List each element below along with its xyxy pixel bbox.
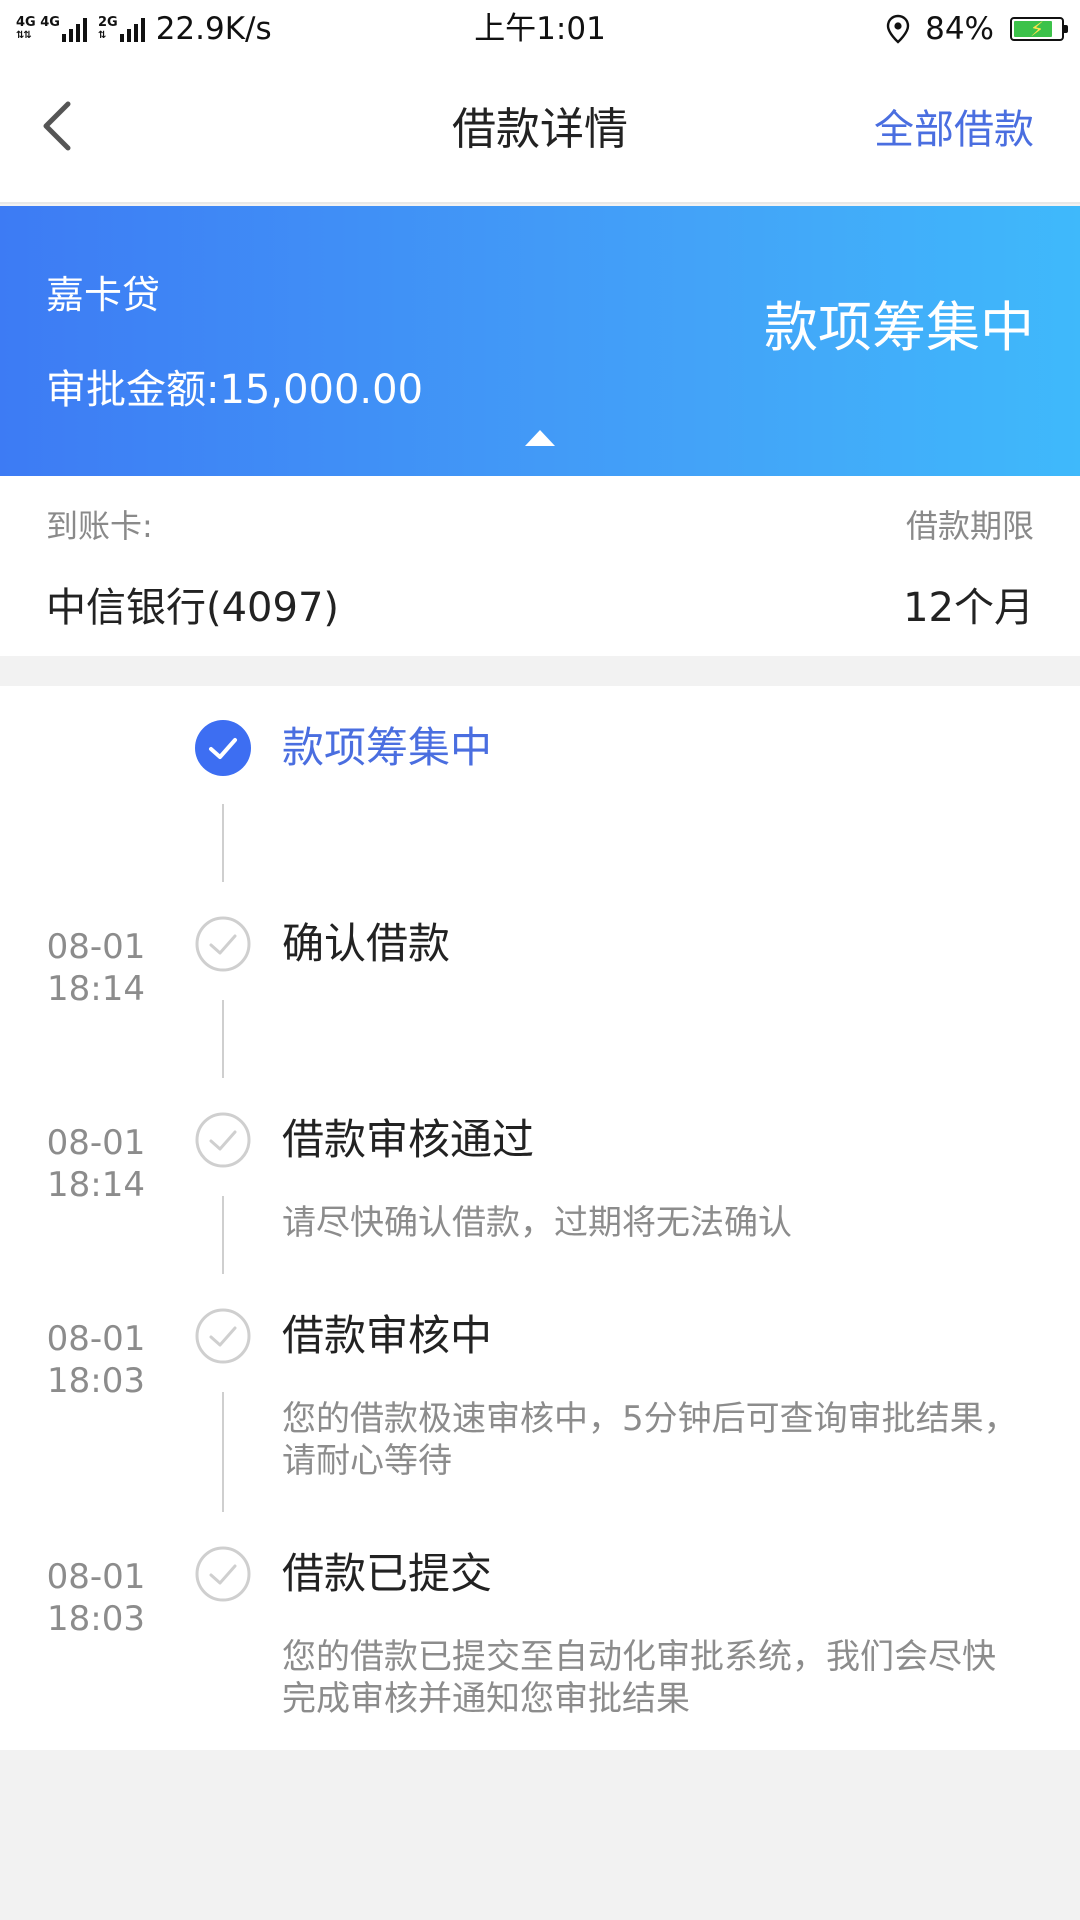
- step-description: 您的借款极速审核中，5分钟后可查询审批结果，请耐心等待: [282, 1399, 1018, 1481]
- battery-percent: 84%: [925, 11, 994, 47]
- step-date: 08-01: [46, 1123, 146, 1163]
- timeline-connector: [222, 1196, 224, 1274]
- loan-term-value: 12个月: [903, 585, 1034, 631]
- check-circle-icon: [195, 1308, 251, 1364]
- step-date: 08-01: [46, 927, 146, 967]
- approved-amount: 审批金额:15,000.00: [46, 367, 424, 413]
- chevron-left-icon: [43, 101, 71, 151]
- step-date: 08-01: [46, 1319, 146, 1359]
- timeline-connector: [222, 804, 224, 882]
- location-icon: [886, 14, 910, 44]
- step-title: 借款已提交: [282, 1549, 493, 1598]
- account-info: 到账卡: 借款期限 中信银行(4097) 12个月: [0, 476, 1080, 656]
- check-circle-filled-icon: [195, 720, 251, 776]
- charging-icon: ⚡: [1029, 17, 1045, 41]
- timeline-connector: [222, 1392, 224, 1512]
- step-description: 您的借款已提交至自动化审批系统，我们会尽快完成审核并通知您审批结果: [282, 1637, 996, 1719]
- step-description: 请尽快确认借款，过期将无法确认: [282, 1203, 792, 1243]
- timeline-connector: [222, 1000, 224, 1078]
- all-loans-link[interactable]: 全部借款: [874, 58, 1034, 202]
- step-title: 确认借款: [282, 919, 451, 968]
- step-time: 18:03: [47, 1599, 145, 1639]
- step-title: 款项筹集中: [282, 723, 493, 772]
- step-title: 借款审核中: [282, 1311, 493, 1360]
- battery-icon: ⚡: [1010, 17, 1068, 41]
- step-title: 借款审核通过: [282, 1115, 535, 1164]
- receiving-card-label: 到账卡:: [46, 507, 153, 545]
- status-right: 84% ⚡: [885, 0, 1068, 58]
- back-button[interactable]: [38, 98, 88, 158]
- step-time: 18:14: [47, 1165, 145, 1205]
- receiving-card-value: 中信银行(4097): [46, 585, 340, 631]
- loan-progress-timeline: 款项筹集中 08-01 18:14 确认借款 08-01 18:14 借款审核通…: [0, 686, 1080, 1750]
- check-circle-icon: [195, 1546, 251, 1602]
- loan-summary-banner: 嘉卡贷 审批金额:15,000.00 款项筹集中: [0, 206, 1080, 476]
- caret-up-icon: [525, 430, 555, 446]
- product-name: 嘉卡贷: [46, 273, 161, 317]
- step-date: 08-01: [46, 1557, 146, 1597]
- step-time: 18:03: [47, 1361, 145, 1401]
- loan-status: 款项筹集中: [764, 296, 1034, 359]
- nav-bar: 借款详情 全部借款: [0, 58, 1080, 204]
- check-circle-icon: [195, 1112, 251, 1168]
- check-circle-icon: [195, 916, 251, 972]
- loan-term-label: 借款期限: [905, 507, 1034, 545]
- step-time: 18:14: [47, 969, 145, 1009]
- status-bar: 4G 4G ⇅⇅ 2G ⇅ 22.9K/s 上午1:01 84% ⚡: [0, 0, 1080, 58]
